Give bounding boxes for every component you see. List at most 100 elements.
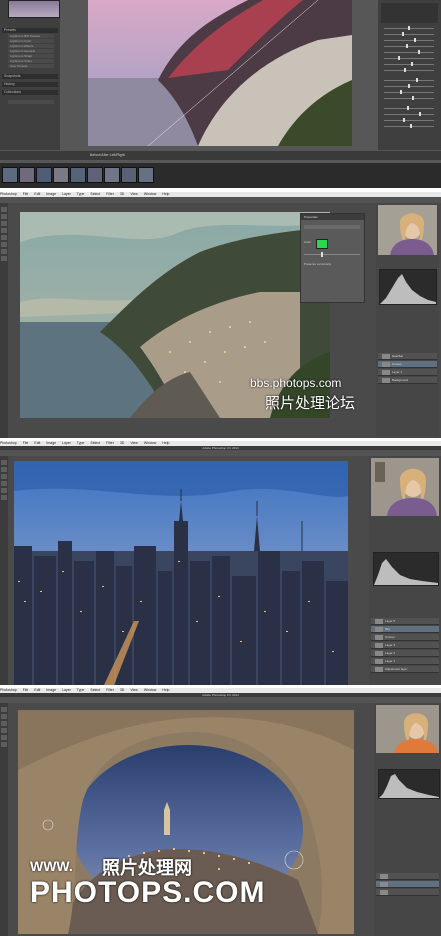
canvas-nyc[interactable] xyxy=(14,461,348,685)
brush-tool-icon[interactable] xyxy=(1,235,7,240)
brush-tool-icon[interactable] xyxy=(1,735,7,740)
layer-row[interactable] xyxy=(376,889,439,896)
filmstrip-thumb[interactable] xyxy=(121,167,137,183)
filmstrip-thumb[interactable] xyxy=(19,167,35,183)
filmstrip-thumb[interactable] xyxy=(87,167,103,183)
menu-item[interactable]: 3D xyxy=(120,688,124,692)
preset-item[interactable]: Lightroom Effects xyxy=(8,44,54,48)
preset-item[interactable]: Lightroom Sharp xyxy=(8,54,54,58)
develop-sliders[interactable] xyxy=(378,0,441,150)
menu-item[interactable]: Photoshop xyxy=(0,441,17,445)
layer-row[interactable]: Curves xyxy=(371,634,439,641)
color-swatch[interactable] xyxy=(316,239,328,249)
lasso-tool-icon[interactable] xyxy=(1,474,7,479)
menu-item[interactable]: Type xyxy=(77,441,85,445)
menu-item[interactable]: Edit xyxy=(34,688,40,692)
layer-row[interactable]: Background xyxy=(378,377,437,384)
filmstrip-thumb[interactable] xyxy=(36,167,52,183)
preset-dropdown[interactable] xyxy=(304,225,360,229)
layer-row[interactable]: Layer 1 xyxy=(378,369,437,376)
crop-tool-icon[interactable] xyxy=(1,728,7,733)
menu-item[interactable]: Filter xyxy=(106,192,114,196)
menu-item[interactable]: Image xyxy=(46,441,56,445)
filmstrip-thumb[interactable] xyxy=(104,167,120,183)
menu-item[interactable]: Help xyxy=(162,192,169,196)
brush-tool-icon[interactable] xyxy=(1,488,7,493)
menu-item[interactable]: 3D xyxy=(120,441,124,445)
collections-section-header[interactable]: Collections xyxy=(2,90,58,95)
menu-item[interactable]: Help xyxy=(162,688,169,692)
layer-row[interactable]: Curves xyxy=(378,361,437,368)
menu-item[interactable]: View xyxy=(130,688,138,692)
preset-item[interactable]: Lightroom Color xyxy=(8,39,54,43)
eraser-tool-icon[interactable] xyxy=(1,495,7,500)
filmstrip-thumb[interactable] xyxy=(138,167,154,183)
menu-item[interactable]: Edit xyxy=(34,192,40,196)
menu-item[interactable]: Edit xyxy=(34,441,40,445)
menu-item[interactable]: View xyxy=(130,192,138,196)
menu-item[interactable]: View xyxy=(130,441,138,445)
layer-row[interactable]: Sky xyxy=(371,626,439,633)
marquee-tool-icon[interactable] xyxy=(1,714,7,719)
slider-handle[interactable] xyxy=(321,252,323,257)
menu-item[interactable]: Filter xyxy=(106,441,114,445)
layer-row[interactable]: Layer 1 xyxy=(371,658,439,665)
gradient-tool-icon[interactable] xyxy=(1,249,7,254)
filmstrip-thumb[interactable] xyxy=(70,167,86,183)
layer-row[interactable]: Adjustment layer xyxy=(371,666,439,673)
preserve-luminosity-checkbox[interactable]: Preserve Luminosity xyxy=(304,262,331,266)
move-tool-icon[interactable] xyxy=(1,707,7,712)
filmstrip-thumb[interactable] xyxy=(53,167,69,183)
collection-item[interactable] xyxy=(8,100,54,104)
layer-row[interactable] xyxy=(376,881,439,888)
crop-tool-icon[interactable] xyxy=(1,481,7,486)
menu-item[interactable]: Select xyxy=(90,192,100,196)
before-after-label[interactable]: Before/After Left/Right xyxy=(90,153,125,157)
menu-item[interactable]: Layer xyxy=(62,688,71,692)
preset-item[interactable]: User Presets xyxy=(8,64,54,68)
filmstrip-thumb[interactable] xyxy=(2,167,18,183)
type-tool-icon[interactable] xyxy=(1,256,7,261)
menu-item[interactable]: Window xyxy=(144,441,156,445)
menu-item[interactable]: File xyxy=(23,192,29,196)
layer-row[interactable] xyxy=(376,873,439,880)
menu-item[interactable]: File xyxy=(23,688,29,692)
menu-item[interactable]: Window xyxy=(144,192,156,196)
menu-item[interactable]: Image xyxy=(46,688,56,692)
menu-item[interactable]: File xyxy=(23,441,29,445)
menu-item[interactable]: Type xyxy=(77,688,85,692)
preset-item[interactable]: Lightroom Video xyxy=(8,59,54,63)
layer-row[interactable]: Hue/Sat xyxy=(378,353,437,360)
menu-item[interactable]: Layer xyxy=(62,441,71,445)
crop-tool-icon[interactable] xyxy=(1,228,7,233)
menu-item[interactable]: Select xyxy=(90,688,100,692)
layer-row[interactable]: Layer 2 xyxy=(371,650,439,657)
menu-item[interactable]: Window xyxy=(144,688,156,692)
dialog-title[interactable]: Properties xyxy=(301,214,364,220)
eraser-tool-icon[interactable] xyxy=(1,242,7,247)
menu-item[interactable]: 3D xyxy=(120,192,124,196)
layer-row[interactable]: Layer 5 xyxy=(371,618,439,625)
marquee-tool-icon[interactable] xyxy=(1,214,7,219)
marquee-tool-icon[interactable] xyxy=(1,467,7,472)
move-tool-icon[interactable] xyxy=(1,207,7,212)
menu-item[interactable]: Photoshop xyxy=(0,688,17,692)
menu-item[interactable]: Select xyxy=(90,441,100,445)
lasso-tool-icon[interactable] xyxy=(1,221,7,226)
menu-item[interactable]: Layer xyxy=(62,192,71,196)
snapshots-section-header[interactable]: Snapshots xyxy=(2,74,58,79)
menu-item[interactable]: Filter xyxy=(106,688,114,692)
eraser-tool-icon[interactable] xyxy=(1,742,7,747)
menu-item[interactable]: Photoshop xyxy=(0,192,17,196)
options-bar[interactable] xyxy=(0,197,441,203)
menu-item[interactable]: Image xyxy=(46,192,56,196)
move-tool-icon[interactable] xyxy=(1,460,7,465)
preset-item[interactable]: Lightroom General xyxy=(8,49,54,53)
lasso-tool-icon[interactable] xyxy=(1,721,7,726)
preset-item[interactable]: Lightroom BW Presets xyxy=(8,34,54,38)
menu-item[interactable]: Help xyxy=(162,441,169,445)
menu-item[interactable]: Type xyxy=(77,192,85,196)
layer-row[interactable]: Layer 3 xyxy=(371,642,439,649)
history-section-header[interactable]: History xyxy=(2,82,58,87)
presets-section-header[interactable]: Presets xyxy=(2,28,58,33)
